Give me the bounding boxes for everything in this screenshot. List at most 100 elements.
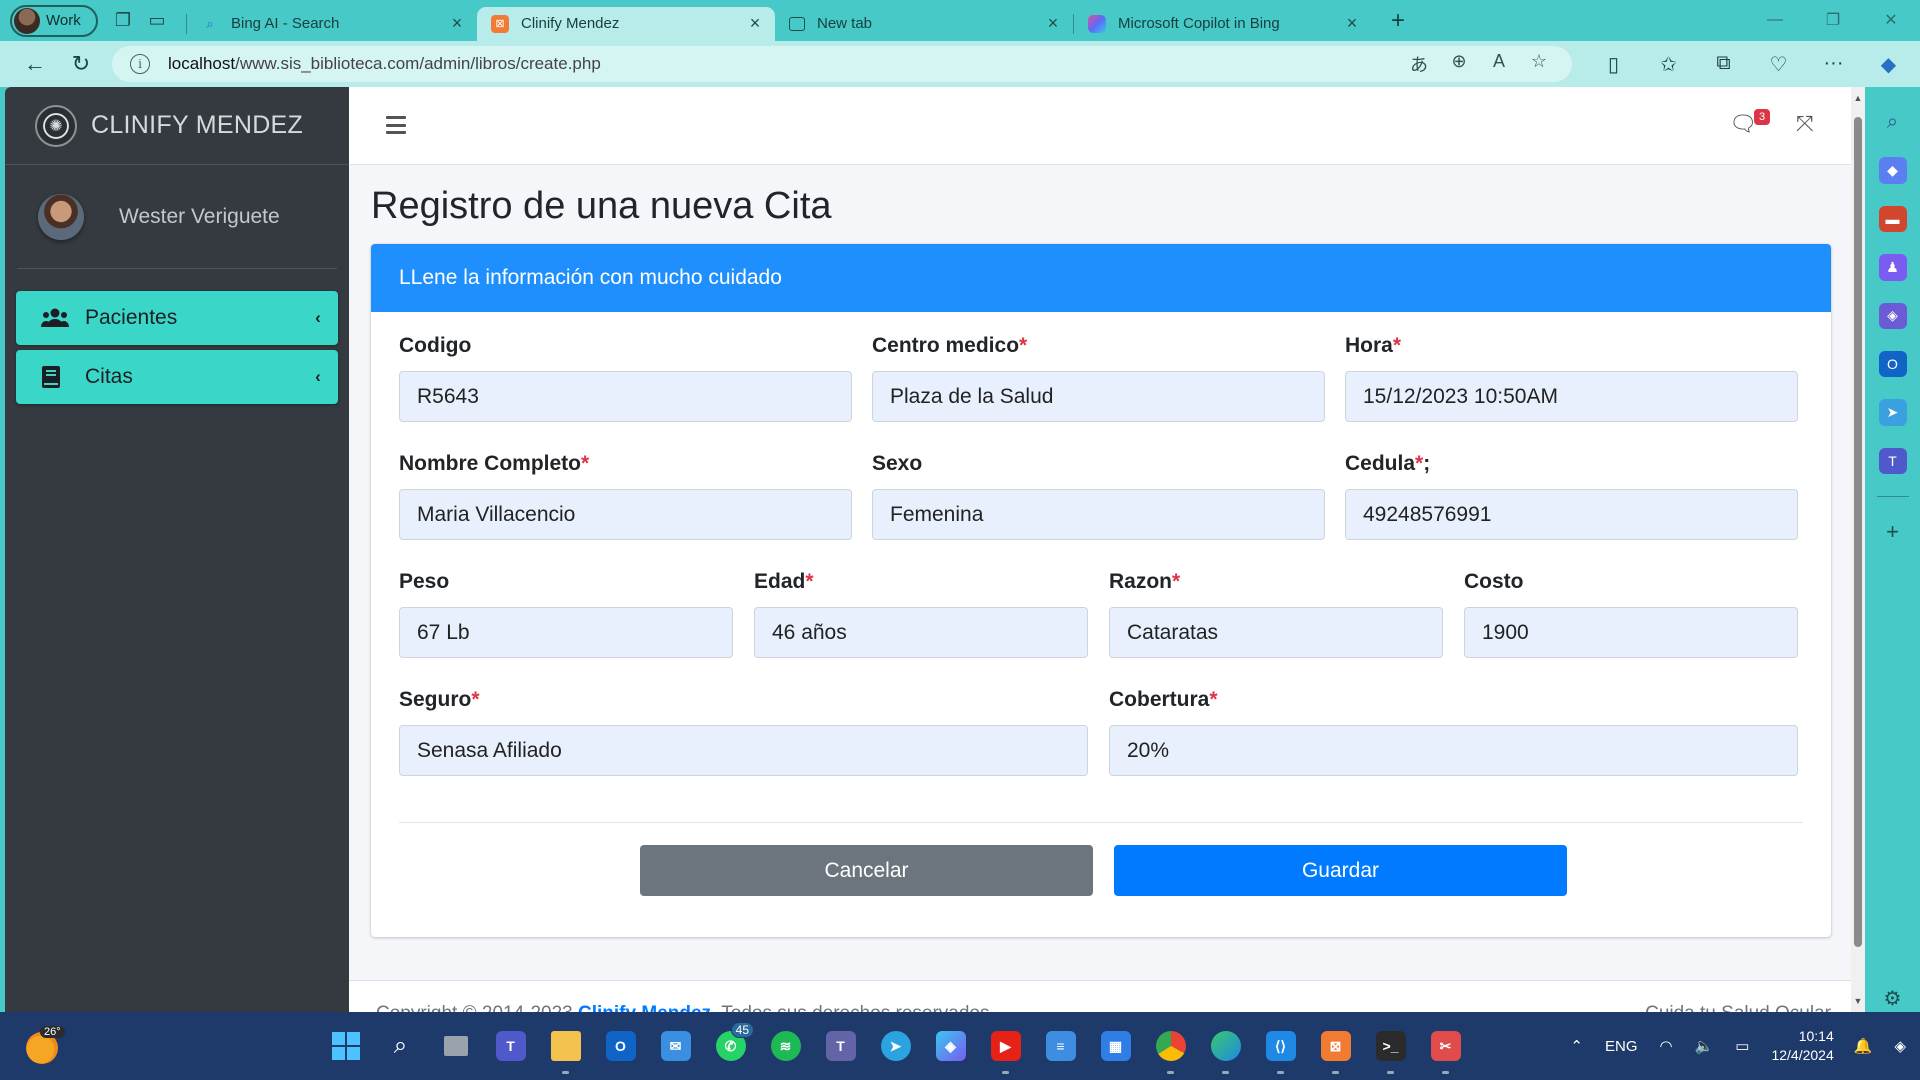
language-indicator[interactable]: ENG xyxy=(1605,1038,1638,1055)
minimize-icon[interactable]: — xyxy=(1746,0,1804,40)
close-tab-icon[interactable]: × xyxy=(745,13,765,34)
edge-icon[interactable] xyxy=(1198,1022,1253,1074)
teams-icon[interactable]: T xyxy=(813,1022,868,1070)
address-bar[interactable]: i localhost/www.sis_biblioteca.com/admin… xyxy=(112,46,1572,82)
collections-icon[interactable]: ⧉ xyxy=(1696,52,1751,77)
codigo-label: Codigo xyxy=(399,334,472,357)
snipping-tool-icon[interactable]: ✂ xyxy=(1418,1022,1473,1074)
start-icon[interactable] xyxy=(318,1022,373,1070)
file-explorer-icon[interactable] xyxy=(538,1022,593,1074)
info-icon[interactable]: i xyxy=(130,54,150,74)
close-tab-icon[interactable]: × xyxy=(1342,13,1362,34)
clock[interactable]: 10:14 12/4/2024 xyxy=(1771,1027,1833,1065)
user-name[interactable]: Wester Veriguete xyxy=(119,205,280,229)
codigo-input[interactable]: R5643 xyxy=(399,371,852,422)
tab-clinify[interactable]: ⊠ Clinify Mendez × xyxy=(477,6,775,41)
scrollbar-thumb[interactable] xyxy=(1854,117,1862,947)
hamburger-menu-icon[interactable] xyxy=(386,116,406,134)
tab-actions-icon[interactable]: ▭ xyxy=(140,5,174,37)
footer-brand-link[interactable]: Clinify Mendez xyxy=(578,1003,711,1012)
copilot-button-icon[interactable]: ◆ xyxy=(1861,52,1916,77)
wifi-icon[interactable]: ◠ xyxy=(1660,1037,1673,1055)
maximize-icon[interactable]: ❐ xyxy=(1804,0,1862,40)
teams-chat-icon[interactable]: T xyxy=(483,1022,538,1070)
calendar-icon[interactable]: ▦ xyxy=(1088,1022,1143,1070)
settings-gear-icon[interactable]: ⚙ xyxy=(1879,986,1907,1012)
back-icon[interactable]: ← xyxy=(12,46,58,82)
razon-input[interactable]: Cataratas xyxy=(1109,607,1443,658)
notepad-icon[interactable]: ≡ xyxy=(1033,1022,1088,1070)
whatsapp-icon[interactable]: ✆ 45 xyxy=(703,1022,758,1070)
sidebar-item-pacientes[interactable]: Pacientes ‹ xyxy=(16,291,338,345)
chrome-icon[interactable] xyxy=(1143,1022,1198,1074)
chevron-left-icon: ‹ xyxy=(315,367,321,386)
new-tab-button[interactable]: + xyxy=(1378,5,1418,37)
copilot-app-icon[interactable]: ◈ xyxy=(923,1022,978,1070)
sidebar-item-citas[interactable]: Citas ‹ xyxy=(16,350,338,404)
telegram-icon[interactable]: ➤ xyxy=(868,1022,923,1070)
xampp-icon[interactable]: ⊠ xyxy=(1308,1022,1363,1074)
teams-icon[interactable]: T xyxy=(1878,447,1907,475)
page-scrollbar[interactable]: ▲ ▼ xyxy=(1851,87,1865,1012)
centro-medico-group: Centro medico* Plaza de la Salud xyxy=(872,331,1325,422)
seguro-input[interactable]: Senasa Afiliado xyxy=(399,725,1088,776)
user-panel[interactable]: Wester Veriguete xyxy=(17,165,337,269)
favorite-star-icon[interactable]: ☆ xyxy=(1526,51,1552,77)
tab-copilot[interactable]: Microsoft Copilot in Bing × xyxy=(1074,7,1372,41)
copilot-tray-icon[interactable]: ◈ xyxy=(1894,1037,1906,1055)
url-text[interactable]: localhost/www.sis_biblioteca.com/admin/l… xyxy=(168,54,1406,74)
zoom-icon[interactable]: ⊕ xyxy=(1446,51,1472,77)
tab-bing-search[interactable]: ⌕ Bing AI - Search × xyxy=(187,7,477,41)
terminal-icon[interactable]: >_ xyxy=(1363,1022,1418,1074)
spotify-icon[interactable]: ≋ xyxy=(758,1022,813,1070)
close-window-icon[interactable]: ✕ xyxy=(1862,0,1920,40)
close-tab-icon[interactable]: × xyxy=(1043,13,1063,34)
nombre-input[interactable]: Maria Villacencio xyxy=(399,489,852,540)
workspaces-icon[interactable]: ❐ xyxy=(106,5,140,37)
send-icon[interactable]: ➤ xyxy=(1878,399,1907,426)
sidebar-item-label: Pacientes xyxy=(85,306,178,329)
tools-icon[interactable]: ▬ xyxy=(1878,205,1907,233)
close-tab-icon[interactable]: × xyxy=(447,13,467,34)
task-view-icon[interactable] xyxy=(428,1022,483,1070)
search-icon[interactable]: ⌕ xyxy=(1879,109,1907,135)
chevron-up-icon[interactable]: ⌃ xyxy=(1570,1037,1583,1055)
shopping-icon[interactable]: ◆ xyxy=(1878,157,1907,184)
battery-icon[interactable]: ▭ xyxy=(1735,1037,1749,1055)
notifications-bell-icon[interactable]: 🔔 xyxy=(1854,1037,1873,1055)
youtube-icon[interactable]: ▶ xyxy=(978,1022,1033,1074)
save-button[interactable]: Guardar xyxy=(1114,845,1567,896)
tab-new-tab[interactable]: New tab × xyxy=(775,7,1073,41)
hora-input[interactable]: 15/12/2023 10:50AM xyxy=(1345,371,1798,422)
centro-medico-input[interactable]: Plaza de la Salud xyxy=(872,371,1325,422)
messages-icon[interactable]: 🗨 xyxy=(1729,111,1757,137)
add-icon[interactable]: + xyxy=(1879,519,1907,545)
search-icon[interactable]: ⌕ xyxy=(373,1022,428,1070)
edad-input[interactable]: 46 años xyxy=(754,607,1088,658)
outlook-icon[interactable]: O xyxy=(593,1022,648,1070)
browser-essentials-icon[interactable]: ♡ xyxy=(1751,52,1806,77)
refresh-icon[interactable]: ↻ xyxy=(58,46,104,82)
profile-button[interactable]: Work xyxy=(10,4,98,37)
sexo-input[interactable]: Femenina xyxy=(872,489,1325,540)
cancel-button[interactable]: Cancelar xyxy=(640,845,1093,896)
outlook-icon[interactable]: O xyxy=(1878,351,1907,378)
cobertura-input[interactable]: 20% xyxy=(1109,725,1798,776)
read-aloud-icon[interactable]: A xyxy=(1486,51,1512,77)
games-icon[interactable]: ♟ xyxy=(1878,254,1907,281)
split-screen-icon[interactable]: ▯ xyxy=(1586,52,1641,77)
fullscreen-icon[interactable]: ⤧ xyxy=(1796,111,1814,137)
more-options-icon[interactable]: ··· xyxy=(1806,52,1861,77)
brand-link[interactable]: ✺ CLINIFY MENDEZ xyxy=(5,87,349,165)
peso-input[interactable]: 67 Lb xyxy=(399,607,733,658)
costo-input[interactable]: 1900 xyxy=(1464,607,1798,658)
scroll-down-icon[interactable]: ▼ xyxy=(1853,996,1863,1006)
volume-icon[interactable]: 🔈 xyxy=(1695,1037,1714,1055)
cedula-input[interactable]: 49248576991 xyxy=(1345,489,1798,540)
mail-icon[interactable]: ✉ xyxy=(648,1022,703,1070)
copilot-sidebar-icon[interactable]: ◈ xyxy=(1878,302,1907,330)
favorites-icon[interactable]: ✩ xyxy=(1641,52,1696,77)
scroll-up-icon[interactable]: ▲ xyxy=(1853,93,1863,103)
translate-icon[interactable]: あ xyxy=(1406,51,1432,77)
vscode-icon[interactable]: ⟨⟩ xyxy=(1253,1022,1308,1074)
